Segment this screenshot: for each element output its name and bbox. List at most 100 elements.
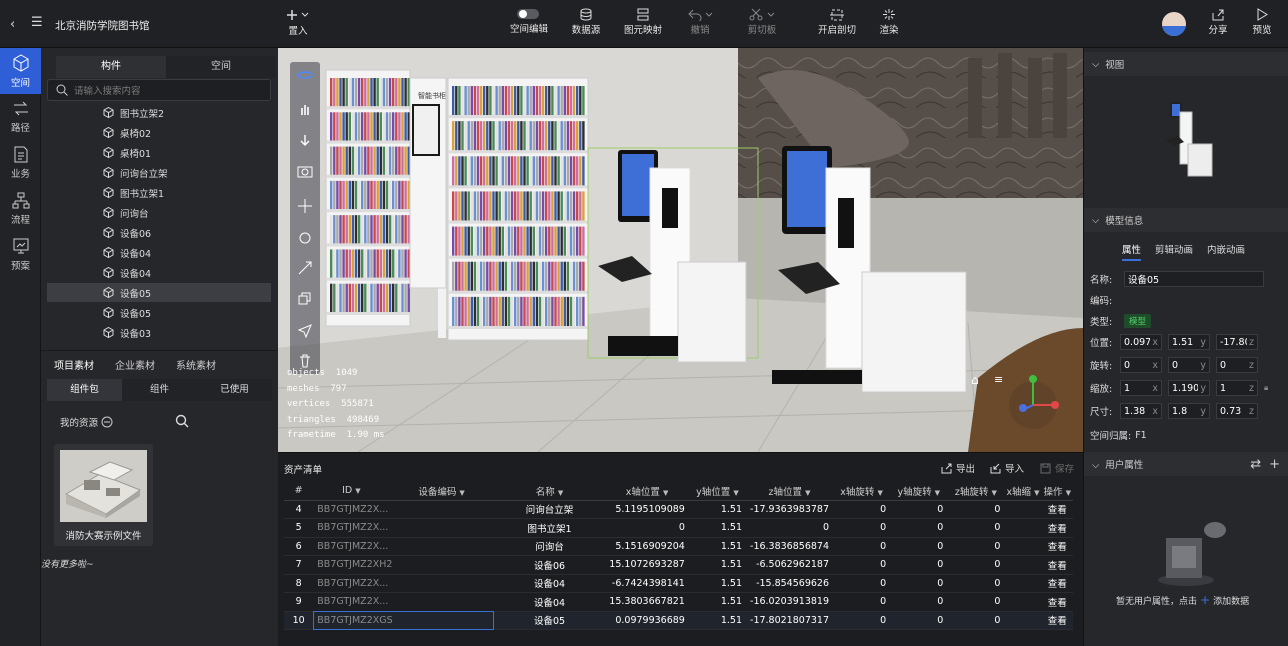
column-header[interactable]: 设备编码 ▼: [389, 482, 494, 501]
filter-icon[interactable]: ▼: [877, 489, 882, 497]
tab-clip-animation[interactable]: 剪辑动画: [1155, 242, 1193, 261]
home-icon[interactable]: ⌂: [971, 373, 979, 387]
view-section-header[interactable]: ⌵ 视图: [1084, 52, 1288, 76]
my-resources[interactable]: 我的资源: [60, 415, 113, 429]
cell-id[interactable]: BB7GTJMZ2X...: [313, 518, 494, 538]
column-header[interactable]: y轴旋转 ▼: [890, 482, 948, 501]
add-data-link[interactable]: 添加数据: [1213, 594, 1249, 607]
table-row[interactable]: 6 BB7GTJMZ2X... 问询台 5.1516909204 1.51 -16.383…: [284, 537, 1073, 556]
add-icon[interactable]: +: [1200, 593, 1210, 607]
tab-embedded-animation[interactable]: 内嵌动画: [1207, 242, 1245, 261]
view-button[interactable]: 查看: [1041, 611, 1073, 630]
hand-icon[interactable]: [298, 102, 312, 116]
filter-icon[interactable]: ▼: [935, 489, 940, 497]
asset-card[interactable]: 消防大赛示例文件: [54, 444, 153, 546]
column-header[interactable]: 名称 ▼: [493, 482, 606, 501]
filter-icon[interactable]: ▼: [805, 489, 810, 497]
filter-icon[interactable]: ▼: [558, 489, 563, 497]
share-button[interactable]: 分享: [1206, 8, 1230, 44]
filter-icon[interactable]: ▼: [991, 489, 996, 497]
tree-item[interactable]: 问询台: [47, 203, 271, 222]
column-header[interactable]: z轴位置 ▼: [746, 482, 833, 501]
rotation-y-input[interactable]: 0y: [1168, 357, 1210, 373]
table-row[interactable]: 8 BB7GTJMZ2X... 设备04 -6.7424398141 1.51 -15.8…: [284, 574, 1073, 593]
lock-icon[interactable]: 🔒︎: [1264, 383, 1268, 393]
column-header[interactable]: x轴位置 ▼: [605, 482, 689, 501]
search-icon[interactable]: [175, 414, 189, 428]
column-header[interactable]: ID ▼: [313, 482, 390, 501]
filter-icon[interactable]: ▼: [355, 487, 360, 495]
camera-icon[interactable]: [297, 164, 313, 178]
cell-id[interactable]: BB7GTJMZ2X...: [313, 500, 494, 519]
tab-packages[interactable]: 组件包: [47, 379, 122, 401]
import-button[interactable]: 导入: [990, 461, 1024, 475]
column-header[interactable]: 操作 ▼: [1041, 482, 1073, 501]
rotate-icon[interactable]: [297, 230, 313, 246]
rail-item-business[interactable]: 业务: [0, 140, 41, 186]
position-x-input[interactable]: 0.0979x: [1120, 334, 1162, 350]
render-button[interactable]: 渲染: [876, 8, 902, 44]
rotation-x-input[interactable]: 0x: [1120, 357, 1162, 373]
tab-components-list[interactable]: 组件: [122, 379, 197, 401]
copy-icon[interactable]: [298, 292, 312, 306]
column-header[interactable]: #: [284, 482, 314, 501]
position-y-input[interactable]: 1.51 y: [1168, 334, 1210, 350]
tab-components[interactable]: 构件: [56, 56, 166, 78]
size-y-input[interactable]: 1.8 y: [1168, 403, 1210, 419]
tree-item[interactable]: 设备05: [47, 303, 271, 322]
tab-system-assets[interactable]: 系统素材: [176, 357, 216, 372]
view-button[interactable]: 查看: [1041, 537, 1073, 556]
export-button[interactable]: 导出: [941, 461, 975, 475]
filter-icon[interactable]: ▼: [1034, 489, 1039, 497]
table-row[interactable]: 5 BB7GTJMZ2X... 图书立架1 0 1.51 0 0 0 0 查看: [284, 518, 1073, 538]
table-row[interactable]: 7 BB7GTJMZ2XH2 设备06 15.1072693287 1.51 -6.506…: [284, 555, 1073, 575]
tab-used[interactable]: 已使用: [197, 379, 272, 401]
scale-z-input[interactable]: 1z: [1216, 380, 1258, 396]
view-button[interactable]: 查看: [1041, 555, 1073, 575]
table-row[interactable]: 4 BB7GTJMZ2X... 问询台立架 5.1195109089 1.51 -17.9…: [284, 500, 1073, 519]
download-icon[interactable]: [298, 134, 312, 148]
tree-item[interactable]: 图书立架2: [47, 103, 271, 122]
table-row[interactable]: 9 BB7GTJMZ2X... 设备04 15.3803667821 1.51 -16.0…: [284, 592, 1073, 612]
column-header[interactable]: x轴缩 ▼: [1004, 482, 1042, 501]
rail-item-plan[interactable]: 预案: [0, 232, 41, 278]
element-mapping-button[interactable]: 图元映射: [622, 8, 664, 44]
view-button[interactable]: 查看: [1041, 500, 1073, 519]
rail-item-space[interactable]: 空间: [0, 48, 41, 94]
scale-y-input[interactable]: 1.19009y: [1168, 380, 1210, 396]
user-attr-header[interactable]: ⌵ 用户属性 ⇄ +: [1084, 452, 1288, 476]
plus-icon[interactable]: +: [1269, 457, 1280, 472]
tree-item[interactable]: 设备03: [47, 323, 271, 342]
tab-space[interactable]: 空间: [166, 56, 276, 78]
model-info-header[interactable]: ⌵ 模型信息: [1084, 208, 1288, 232]
undo-button[interactable]: 撤销: [684, 8, 716, 44]
move-icon[interactable]: [297, 198, 313, 214]
tree-item[interactable]: 设备05: [47, 283, 271, 302]
save-button[interactable]: 保存: [1040, 461, 1074, 475]
swap-icon[interactable]: ⇄: [1250, 457, 1261, 472]
tree-search-input[interactable]: 请输入搜索内容: [47, 79, 271, 101]
filter-icon[interactable]: ▼: [663, 489, 668, 497]
tab-attributes[interactable]: 属性: [1122, 242, 1142, 261]
view-button[interactable]: 查看: [1041, 592, 1073, 612]
column-header[interactable]: y轴位置 ▼: [688, 482, 747, 501]
cell-id[interactable]: BB7GTJMZ2X...: [313, 592, 494, 612]
position-z-input[interactable]: -17.802z: [1216, 334, 1258, 350]
cell-id[interactable]: BB7GTJMZ2X...: [313, 574, 494, 593]
scale-icon[interactable]: [297, 260, 313, 276]
name-input[interactable]: 设备05: [1124, 271, 1264, 287]
tab-enterprise-assets[interactable]: 企业素材: [115, 357, 155, 372]
menu-icon[interactable]: ☰: [31, 15, 43, 30]
clipboard-button[interactable]: 剪切板: [745, 8, 779, 44]
column-header[interactable]: z轴旋转 ▼: [947, 482, 1005, 501]
section-button[interactable]: 开启剖切: [816, 8, 858, 44]
column-header[interactable]: x轴旋转 ▼: [833, 482, 891, 501]
tree-item[interactable]: 桌椅01: [47, 143, 271, 162]
menu-lines-icon[interactable]: ≡: [994, 373, 1003, 386]
tree-item[interactable]: 设备04: [47, 263, 271, 282]
scale-x-input[interactable]: 1x: [1120, 380, 1162, 396]
cell-id[interactable]: BB7GTJMZ2XGS: [313, 611, 494, 630]
tree-item[interactable]: 问询台立架: [47, 163, 271, 182]
filter-icon[interactable]: ▼: [459, 489, 464, 497]
back-icon[interactable]: ‹: [10, 17, 15, 32]
